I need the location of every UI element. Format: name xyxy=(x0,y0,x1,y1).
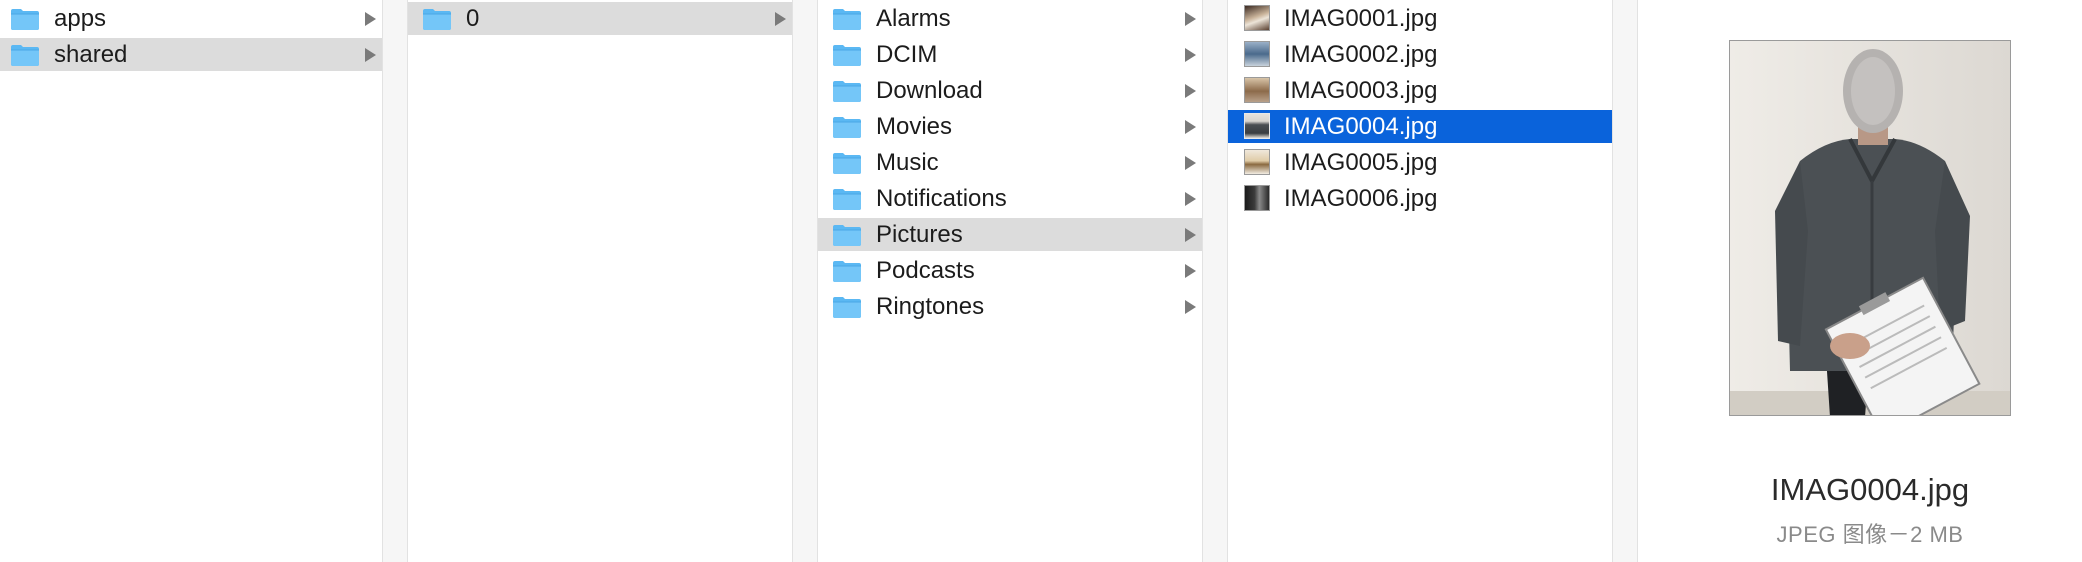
disclosure-arrow-icon xyxy=(365,12,376,26)
file-label: IMAG0004.jpg xyxy=(1284,112,1438,140)
image-thumbnail-icon xyxy=(1244,77,1270,103)
disclosure-arrow-icon xyxy=(1185,156,1196,170)
folder-label: shared xyxy=(54,40,128,68)
column-root: apps shared xyxy=(0,0,382,562)
folder-row-download[interactable]: Download xyxy=(818,74,1202,107)
folder-icon xyxy=(832,223,862,247)
folder-icon xyxy=(832,295,862,319)
folder-label: apps xyxy=(54,4,107,32)
disclosure-arrow-icon xyxy=(1185,48,1196,62)
image-thumbnail-icon xyxy=(1244,149,1270,175)
column-browser: apps shared 0 Alarms DCIM Download Movie… xyxy=(0,0,2082,562)
preview-file-meta: JPEG 图像－2 MB xyxy=(1776,522,1964,547)
disclosure-arrow-icon xyxy=(1185,120,1196,134)
column-divider[interactable] xyxy=(1202,0,1228,562)
folder-label: Podcasts xyxy=(876,256,975,284)
disclosure-arrow-icon xyxy=(1185,192,1196,206)
person-photo xyxy=(1730,41,2010,415)
folder-label: Pictures xyxy=(876,220,963,248)
folder-icon xyxy=(832,259,862,283)
image-thumbnail-icon xyxy=(1244,41,1270,67)
file-label: IMAG0002.jpg xyxy=(1284,40,1438,68)
column-0: Alarms DCIM Download Movies Music Notifi… xyxy=(818,0,1202,562)
disclosure-arrow-icon xyxy=(1185,84,1196,98)
column-pictures: IMAG0001.jpg IMAG0002.jpg IMAG0003.jpg I… xyxy=(1228,0,1612,562)
folder-icon xyxy=(832,43,862,67)
image-thumbnail-icon xyxy=(1244,113,1270,139)
folder-icon xyxy=(832,187,862,211)
folder-label: Alarms xyxy=(876,4,951,32)
preview-file-name: IMAG0004.jpg xyxy=(1770,472,1970,507)
folder-icon xyxy=(832,115,862,139)
folder-row-shared[interactable]: shared xyxy=(0,38,382,71)
image-thumbnail-icon xyxy=(1244,185,1270,211)
disclosure-arrow-icon xyxy=(365,48,376,62)
folder-label: Notifications xyxy=(876,184,1007,212)
disclosure-arrow-icon xyxy=(1185,12,1196,26)
file-row[interactable]: IMAG0005.jpg xyxy=(1228,146,1612,179)
column-divider[interactable] xyxy=(792,0,818,562)
folder-icon xyxy=(832,79,862,103)
folder-row-0[interactable]: 0 xyxy=(408,2,792,35)
folder-icon xyxy=(422,7,452,31)
folder-label: 0 xyxy=(466,4,480,32)
folder-icon xyxy=(10,43,40,67)
folder-row-alarms[interactable]: Alarms xyxy=(818,2,1202,35)
file-row[interactable]: IMAG0003.jpg xyxy=(1228,74,1612,107)
file-label: IMAG0003.jpg xyxy=(1284,76,1438,104)
folder-label: Music xyxy=(876,148,939,176)
preview-image xyxy=(1729,40,2011,416)
folder-label: DCIM xyxy=(876,40,938,68)
image-thumbnail-icon xyxy=(1244,5,1270,31)
file-row-selected[interactable]: IMAG0004.jpg xyxy=(1228,110,1612,143)
folder-icon xyxy=(832,7,862,31)
folder-icon xyxy=(10,7,40,31)
disclosure-arrow-icon xyxy=(775,12,786,26)
folder-row-dcim[interactable]: DCIM xyxy=(818,38,1202,71)
file-label: IMAG0006.jpg xyxy=(1284,184,1438,212)
folder-row-music[interactable]: Music xyxy=(818,146,1202,179)
disclosure-arrow-icon xyxy=(1185,264,1196,278)
file-row[interactable]: IMAG0006.jpg xyxy=(1228,182,1612,215)
folder-label: Download xyxy=(876,76,983,104)
column-shared: 0 xyxy=(408,0,792,562)
folder-row-movies[interactable]: Movies xyxy=(818,110,1202,143)
column-divider[interactable] xyxy=(1612,0,1638,562)
folder-icon xyxy=(832,151,862,175)
folder-row-ringtones[interactable]: Ringtones xyxy=(818,290,1202,323)
file-label: IMAG0005.jpg xyxy=(1284,148,1438,176)
file-row[interactable]: IMAG0001.jpg xyxy=(1228,2,1612,35)
disclosure-arrow-icon xyxy=(1185,228,1196,242)
folder-row-podcasts[interactable]: Podcasts xyxy=(818,254,1202,287)
column-divider[interactable] xyxy=(382,0,408,562)
disclosure-arrow-icon xyxy=(1185,300,1196,314)
folder-row-notifications[interactable]: Notifications xyxy=(818,182,1202,215)
folder-label: Movies xyxy=(876,112,953,140)
folder-row-apps[interactable]: apps xyxy=(0,2,382,35)
folder-row-pictures[interactable]: Pictures xyxy=(818,218,1202,251)
file-label: IMAG0001.jpg xyxy=(1284,4,1438,32)
folder-label: Ringtones xyxy=(876,292,985,320)
file-row[interactable]: IMAG0002.jpg xyxy=(1228,38,1612,71)
